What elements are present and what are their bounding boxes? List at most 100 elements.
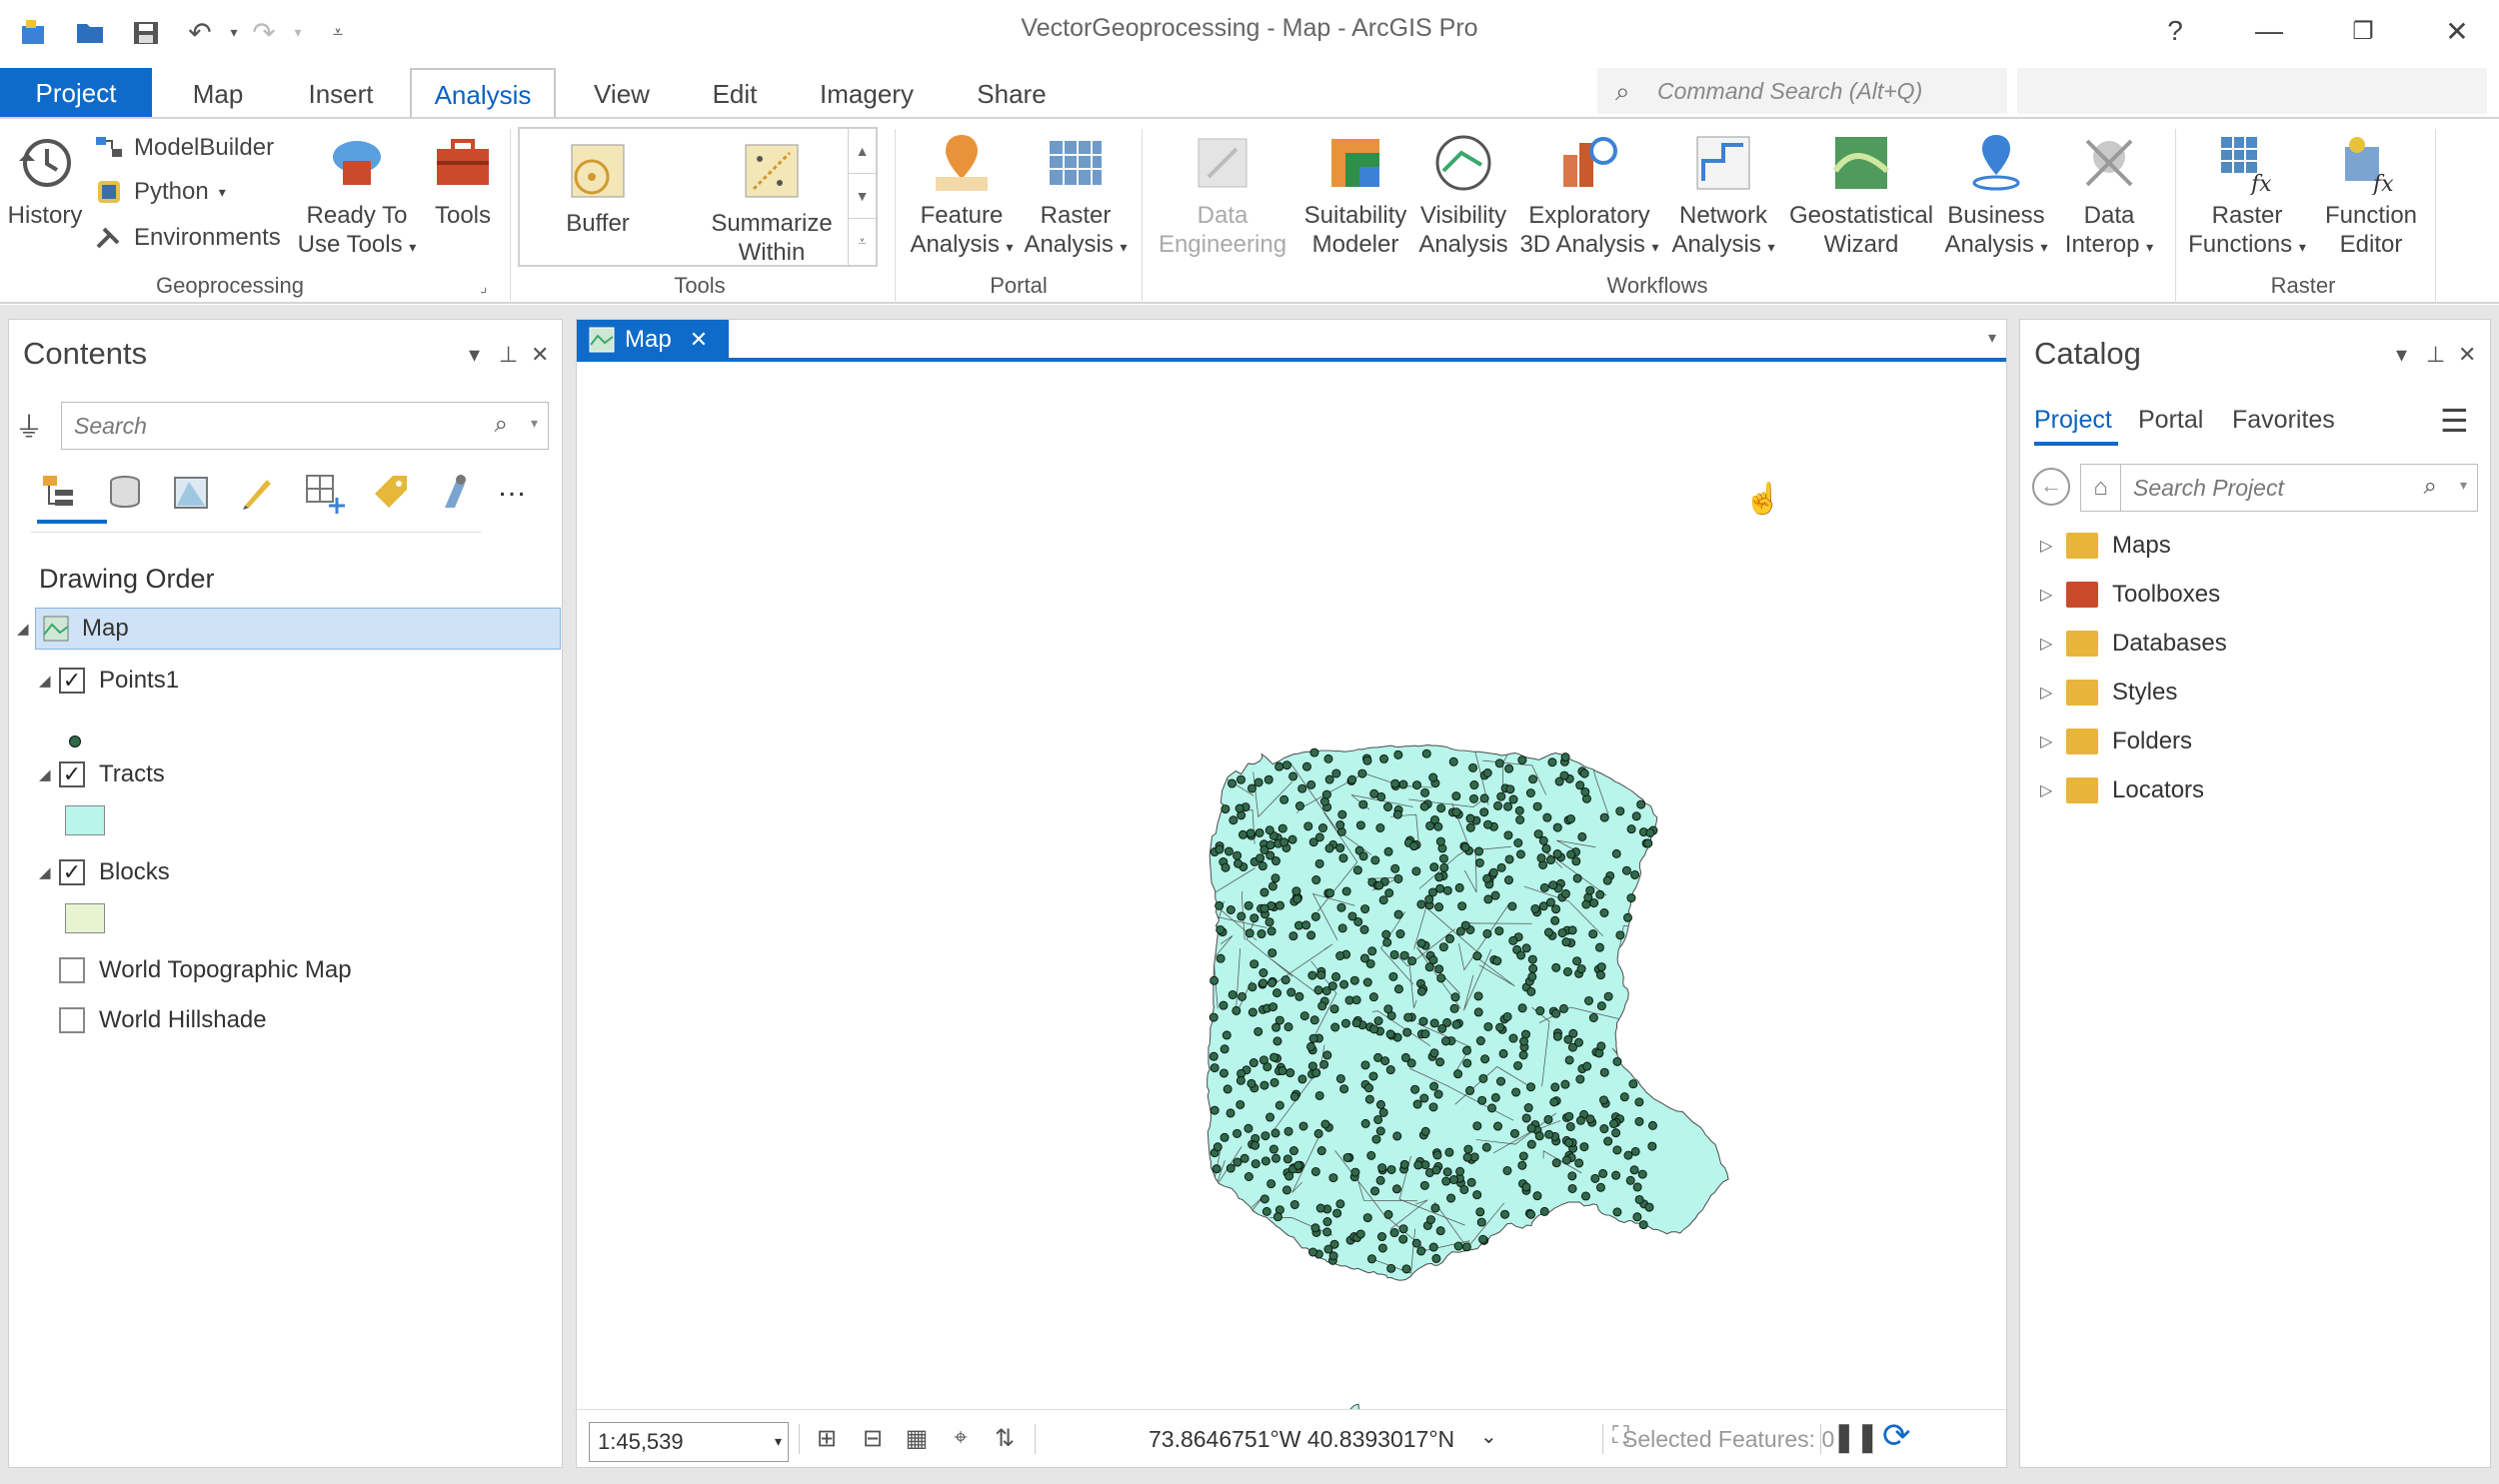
- layer-tracts[interactable]: ✓ Tracts: [59, 753, 165, 795]
- point-feature[interactable]: [1588, 929, 1598, 939]
- point-feature[interactable]: [1364, 1094, 1374, 1104]
- point-feature[interactable]: [1538, 901, 1548, 911]
- point-feature[interactable]: [1320, 1119, 1330, 1129]
- point-feature[interactable]: [1269, 1052, 1279, 1062]
- point-feature[interactable]: [1461, 1045, 1471, 1055]
- point-feature[interactable]: [1301, 920, 1311, 930]
- point-feature[interactable]: [1406, 1058, 1416, 1068]
- point-feature[interactable]: [1310, 1166, 1320, 1176]
- point-feature[interactable]: [1561, 937, 1571, 947]
- tab-view[interactable]: View: [572, 70, 672, 118]
- point-feature[interactable]: [1399, 950, 1409, 960]
- point-feature[interactable]: [1518, 1151, 1528, 1161]
- point-feature[interactable]: [1595, 1182, 1605, 1192]
- map-tab-menu-icon[interactable]: ▾: [1988, 328, 1996, 348]
- point-feature[interactable]: [1493, 800, 1503, 810]
- point-feature[interactable]: [1324, 843, 1334, 853]
- point-feature[interactable]: [1565, 813, 1575, 823]
- point-feature[interactable]: [1552, 822, 1562, 832]
- point-feature[interactable]: [1309, 1015, 1319, 1025]
- point-feature[interactable]: [1608, 1119, 1618, 1129]
- point-feature[interactable]: [1379, 753, 1389, 763]
- point-feature[interactable]: [1232, 1005, 1242, 1015]
- point-feature[interactable]: [1551, 904, 1561, 914]
- point-feature[interactable]: [1298, 1121, 1308, 1131]
- point-feature[interactable]: [1317, 1001, 1327, 1011]
- point-feature[interactable]: [1451, 1019, 1461, 1029]
- point-feature[interactable]: [1543, 927, 1553, 937]
- point-feature[interactable]: [1509, 1128, 1519, 1138]
- expand-icon[interactable]: ▷: [2040, 732, 2066, 751]
- point-feature[interactable]: [1579, 768, 1589, 778]
- points1-symbol[interactable]: [69, 736, 81, 747]
- point-feature[interactable]: [1478, 1234, 1488, 1244]
- point-feature[interactable]: [1562, 966, 1572, 976]
- point-feature[interactable]: [1398, 779, 1408, 789]
- buffer-button[interactable]: Buffer: [548, 139, 648, 238]
- list-by-snapping-icon[interactable]: [303, 472, 347, 516]
- point-feature[interactable]: [1366, 1150, 1376, 1160]
- modelbuilder-button[interactable]: ModelBuilder: [94, 133, 274, 163]
- catalog-menu-icon[interactable]: ☰: [2440, 402, 2469, 440]
- point-feature[interactable]: [1314, 858, 1324, 868]
- point-feature[interactable]: [1450, 992, 1460, 1002]
- point-feature[interactable]: [1220, 1132, 1230, 1142]
- point-feature[interactable]: [1263, 774, 1273, 784]
- point-feature[interactable]: [1367, 946, 1377, 956]
- point-feature[interactable]: [1611, 1128, 1621, 1138]
- point-feature[interactable]: [1258, 978, 1268, 988]
- point-feature[interactable]: [1267, 948, 1277, 958]
- point-feature[interactable]: [1294, 801, 1304, 811]
- point-feature[interactable]: [1636, 799, 1646, 809]
- point-feature[interactable]: [1428, 1102, 1438, 1112]
- point-feature[interactable]: [1539, 1206, 1549, 1216]
- pin-icon[interactable]: ⊥: [499, 342, 518, 368]
- expand-icon[interactable]: ▷: [2040, 634, 2066, 654]
- point-feature[interactable]: [1451, 807, 1461, 817]
- point-feature[interactable]: [1483, 1021, 1493, 1031]
- point-feature[interactable]: [1550, 1082, 1560, 1092]
- point-feature[interactable]: [1496, 1076, 1506, 1086]
- point-feature[interactable]: [1268, 1002, 1278, 1012]
- point-feature[interactable]: [1645, 827, 1655, 837]
- point-feature[interactable]: [1634, 1097, 1644, 1107]
- point-feature[interactable]: [1236, 1075, 1246, 1085]
- point-feature[interactable]: [1582, 1061, 1592, 1071]
- point-feature[interactable]: [1227, 778, 1237, 788]
- point-feature[interactable]: [1469, 780, 1479, 790]
- point-feature[interactable]: [1434, 872, 1444, 882]
- contents-search-input[interactable]: Search ⌕ ▾: [61, 402, 549, 450]
- point-feature[interactable]: [1596, 962, 1606, 972]
- point-feature[interactable]: [1628, 1079, 1638, 1089]
- point-feature[interactable]: [1246, 828, 1255, 838]
- point-feature[interactable]: [1274, 1100, 1284, 1110]
- point-feature[interactable]: [1363, 1083, 1373, 1093]
- tab-insert[interactable]: Insert: [286, 70, 396, 118]
- point-feature[interactable]: [1418, 1016, 1428, 1026]
- scale-selector[interactable]: 1:45,539 ▾: [589, 1422, 789, 1462]
- point-feature[interactable]: [1306, 930, 1316, 940]
- point-feature[interactable]: [1411, 1238, 1421, 1248]
- point-feature[interactable]: [1558, 1003, 1568, 1013]
- point-feature[interactable]: [1552, 849, 1562, 859]
- point-feature[interactable]: [1564, 1055, 1574, 1065]
- point-feature[interactable]: [1291, 886, 1301, 896]
- point-feature[interactable]: [1306, 1041, 1316, 1051]
- point-feature[interactable]: [1535, 1006, 1545, 1016]
- point-feature[interactable]: [1494, 758, 1504, 768]
- blocks-symbol[interactable]: [65, 903, 105, 933]
- point-feature[interactable]: [1580, 786, 1590, 796]
- point-feature[interactable]: [1465, 1085, 1475, 1095]
- point-feature[interactable]: [1503, 830, 1513, 840]
- point-feature[interactable]: [1337, 923, 1347, 933]
- point-feature[interactable]: [1502, 1011, 1512, 1021]
- point-feature[interactable]: [1560, 888, 1570, 898]
- point-feature[interactable]: [1572, 956, 1582, 966]
- data-engineering-button[interactable]: Data Engineering: [1150, 131, 1295, 259]
- point-feature[interactable]: [1309, 747, 1319, 757]
- point-feature[interactable]: [1282, 1154, 1292, 1164]
- point-feature[interactable]: [1373, 1114, 1383, 1124]
- point-feature[interactable]: [1615, 930, 1625, 940]
- point-feature[interactable]: [1362, 977, 1372, 987]
- fixed-zoom-icon[interactable]: ⊞: [811, 1424, 843, 1456]
